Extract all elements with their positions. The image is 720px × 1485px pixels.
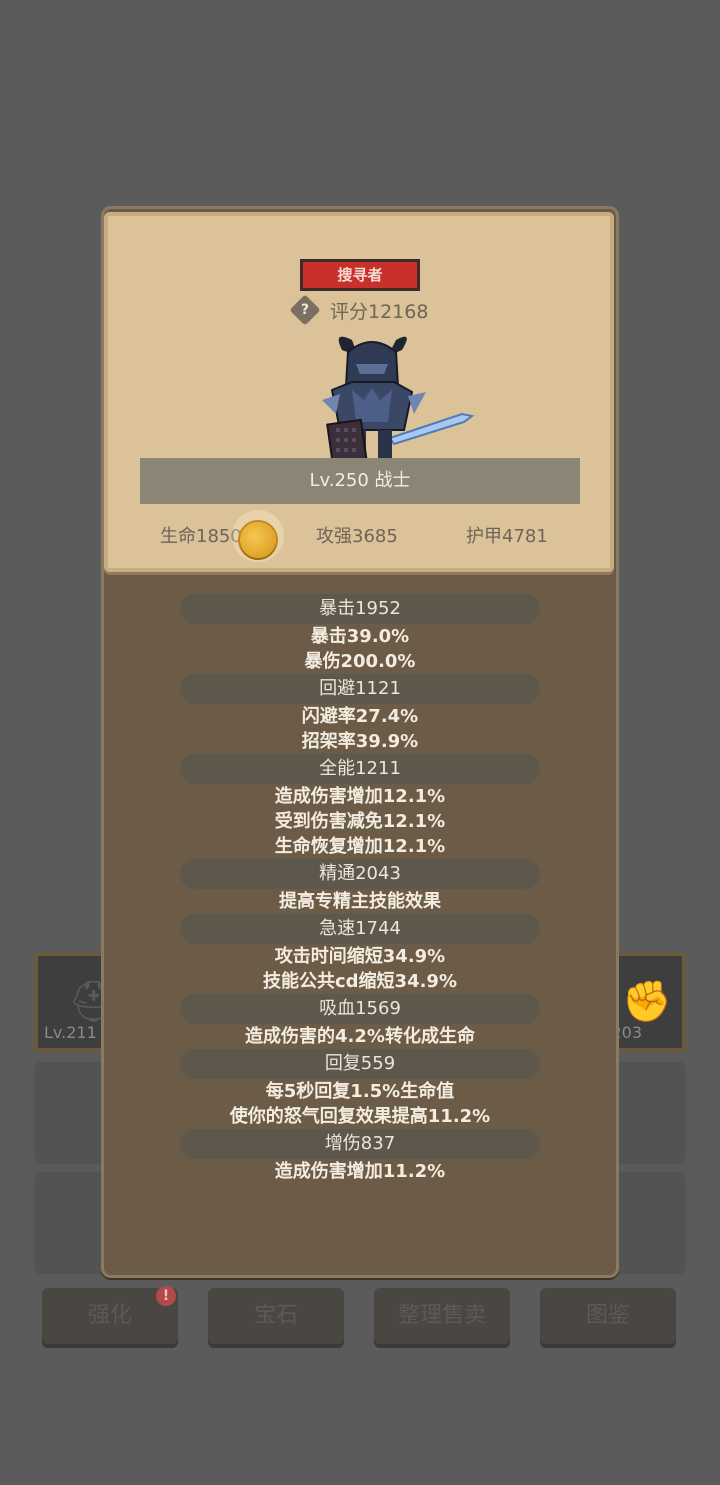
attribute-section: 急速1744 攻击时间缩短34.9% 技能公共cd缩短34.9%	[101, 914, 619, 994]
enhance-label: 强化	[87, 1303, 132, 1328]
attribute-line: 造成伤害增加11.2%	[274, 1161, 446, 1182]
gem-label: 宝石	[253, 1303, 298, 1328]
attribute-section: 回复559 每5秒回复1.5%生命值 使你的怒气回复效果提高11.2%	[101, 1049, 619, 1129]
title-tag: 搜寻者	[300, 259, 420, 291]
attribute-section: 精通2043 提高专精主技能效果	[101, 859, 619, 914]
attribute-header: 暴击1952	[180, 594, 540, 624]
attribute-line: 每5秒回复1.5%生命值	[265, 1081, 455, 1102]
attribute-line: 暴伤200.0%	[304, 651, 416, 672]
attribute-line: 使你的怒气回复效果提高11.2%	[229, 1106, 491, 1127]
armor-stat: 护甲4781	[466, 526, 548, 547]
attribute-section: 暴击1952 暴击39.0% 暴伤200.0%	[101, 594, 619, 674]
attribute-header: 精通2043	[180, 859, 540, 889]
attribute-section: 回避1121 闪避率27.4% 招架率39.9%	[101, 674, 619, 754]
attribute-line: 生命恢复增加12.1%	[274, 836, 446, 857]
sort-sell-button[interactable]: 整理售卖	[374, 1288, 510, 1344]
attribute-line: 提高专精主技能效果	[279, 891, 441, 912]
attribute-header: 吸血1569	[180, 994, 540, 1024]
attribute-line: 攻击时间缩短34.9%	[274, 946, 446, 967]
attribute-line: 造成伤害的4.2%转化成生命	[245, 1026, 475, 1047]
attribute-line: 暴击39.0%	[310, 626, 410, 647]
attribute-header: 增伤837	[180, 1129, 540, 1159]
alert-badge-icon: !	[156, 1286, 176, 1306]
attack-stat: 攻强3685	[316, 526, 398, 547]
gem-button[interactable]: 宝石	[208, 1288, 344, 1344]
attribute-section: 吸血1569 造成伤害的4.2%转化成生命	[101, 994, 619, 1049]
attribute-header: 全能1211	[180, 754, 540, 784]
attribute-line: 受到伤害减免12.1%	[274, 811, 446, 832]
attribute-header: 急速1744	[180, 914, 540, 944]
codex-button[interactable]: 图鉴	[540, 1288, 676, 1344]
attribute-header: 回复559	[180, 1049, 540, 1079]
sort-sell-label: 整理售卖	[397, 1303, 486, 1328]
attribute-header: 回避1121	[180, 674, 540, 704]
attribute-list: 暴击1952 暴击39.0% 暴伤200.0% 回避1121 闪避率27.4% …	[101, 594, 619, 1184]
hp-stat: 生命1850	[160, 526, 242, 547]
slot-level: Lv.211	[44, 1023, 97, 1042]
warrior-character-sprite	[322, 336, 475, 468]
enhance-button[interactable]: 强化 !	[42, 1286, 178, 1344]
gold-coin-icon[interactable]	[240, 522, 276, 558]
help-icon[interactable]: ?	[289, 294, 321, 326]
level-class-bar: Lv.250 战士	[140, 458, 580, 504]
gauntlet-icon: ✊	[622, 979, 672, 1025]
attribute-line: 造成伤害增加12.1%	[274, 786, 446, 807]
score-text: 评分12168	[330, 301, 429, 323]
attribute-line: 闪避率27.4%	[301, 706, 419, 727]
attribute-section: 全能1211 造成伤害增加12.1% 受到伤害减免12.1% 生命恢复增加12.…	[101, 754, 619, 859]
attribute-line: 招架率39.9%	[301, 731, 419, 752]
attribute-section: 增伤837 造成伤害增加11.2%	[101, 1129, 619, 1184]
attribute-line: 技能公共cd缩短34.9%	[262, 971, 457, 992]
codex-label: 图鉴	[585, 1303, 630, 1328]
